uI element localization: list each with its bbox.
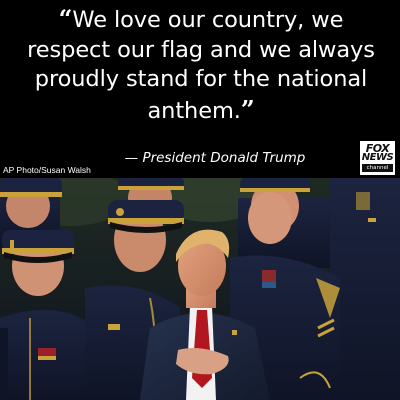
quote-body: We love our country, we respect our flag… (27, 7, 375, 124)
close-quote-mark: ” (240, 94, 255, 124)
quote-attribution: — President Donald Trump (0, 150, 400, 166)
news-quote-card: “We love our country, we respect our fla… (0, 0, 400, 400)
fox-news-logo: FOX NEWS channel (360, 141, 395, 175)
quote-text: “We love our country, we respect our fla… (14, 4, 388, 126)
ceremony-photo (0, 178, 400, 400)
photo-credit: AP Photo/Susan Walsh (3, 165, 91, 175)
photo (0, 178, 400, 400)
logo-channel-text: channel (362, 164, 393, 172)
attribution-name: President Donald Trump (142, 150, 306, 166)
logo-news-text: NEWS (361, 152, 394, 163)
quote-panel: “We love our country, we respect our fla… (0, 0, 400, 178)
open-quote-mark: “ (58, 4, 73, 33)
attribution-dash: — (124, 150, 139, 166)
